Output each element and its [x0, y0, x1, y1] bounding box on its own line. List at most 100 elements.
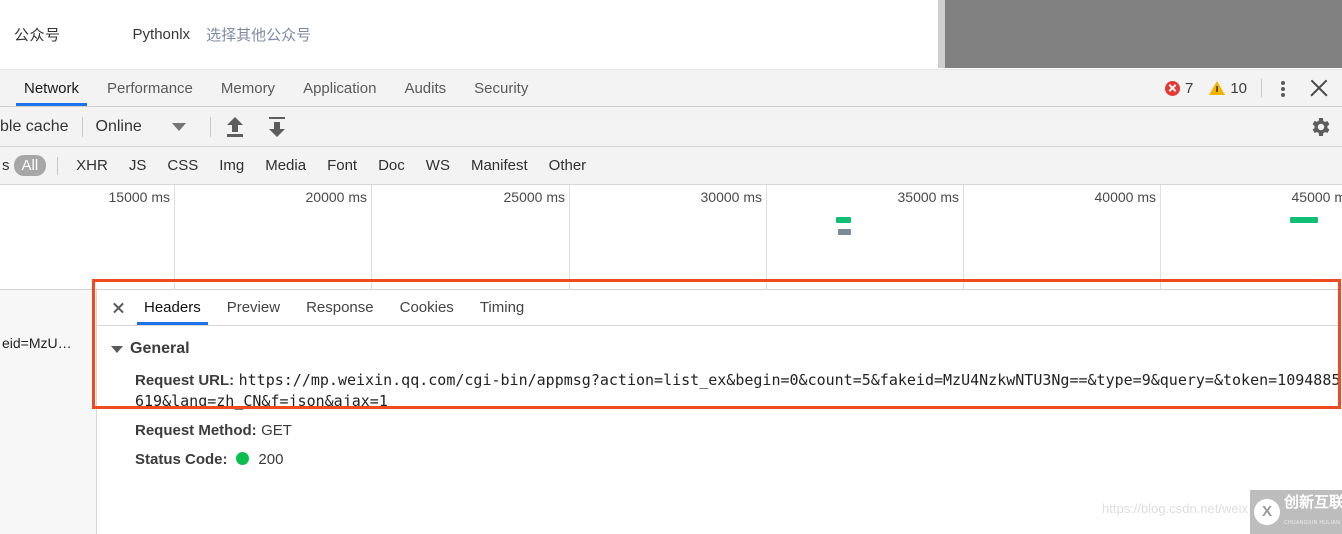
switch-account-link[interactable]: 选择其他公众号	[206, 24, 311, 45]
wechat-mp-header-inner: 公众号 Pythonlx 选择其他公众号	[0, 0, 945, 69]
request-method-value: GET	[261, 422, 292, 439]
tab-network[interactable]: Network	[10, 70, 93, 106]
request-detail-pane: eid=MzU… Headers Preview Response Cookie…	[0, 290, 1342, 534]
request-method-row: Request Method: GET	[111, 421, 1342, 441]
tab-headers-label: Headers	[144, 299, 201, 316]
error-circle-icon	[1165, 81, 1180, 96]
screenshot-root: 公众号 Pythonlx 选择其他公众号 Network Performance…	[0, 0, 1342, 534]
error-badge[interactable]: 7	[1165, 80, 1195, 97]
network-timeline-overview[interactable]: 15000 ms 20000 ms 25000 ms 30000 ms 3500…	[0, 185, 1342, 290]
warning-badge[interactable]: 10	[1195, 80, 1249, 97]
chevron-down-icon[interactable]	[172, 123, 186, 131]
disable-cache-label[interactable]: ble cache	[0, 118, 69, 136]
tab-network-label: Network	[24, 80, 79, 97]
timeline-gridline	[766, 185, 767, 289]
status-code-value: 200	[258, 451, 283, 468]
filter-other[interactable]: Other	[541, 155, 595, 176]
tab-security[interactable]: Security	[460, 70, 542, 106]
request-list-column[interactable]: eid=MzU…	[0, 290, 97, 534]
tab-preview-label: Preview	[227, 299, 280, 316]
timeline-tick-label: 35000 ms	[898, 189, 963, 205]
throttling-value[interactable]: Online	[96, 118, 142, 136]
filter-media[interactable]: Media	[257, 155, 314, 176]
tab-preview[interactable]: Preview	[214, 290, 293, 325]
close-icon[interactable]	[105, 297, 131, 319]
filter-js[interactable]: JS	[121, 155, 155, 176]
filter-ws[interactable]: WS	[418, 155, 458, 176]
status-code-key: Status Code:	[135, 451, 228, 468]
detail-main-column: Headers Preview Response Cookies Timing …	[97, 290, 1342, 534]
timeline-tick-label: 15000 ms	[109, 189, 174, 205]
filter-xhr[interactable]: XHR	[68, 155, 116, 176]
filter-all[interactable]: All	[14, 155, 47, 176]
network-filter-bar: s All XHR JS CSS Img Media Font Doc WS M…	[0, 147, 1342, 185]
tab-memory[interactable]: Memory	[207, 70, 289, 106]
waterfall-bar	[838, 229, 851, 235]
tab-application[interactable]: Application	[289, 70, 390, 106]
tab-cookies[interactable]: Cookies	[387, 290, 467, 325]
timeline-gridline	[174, 185, 175, 289]
gear-icon[interactable]	[1308, 115, 1332, 139]
timeline-gridline	[1160, 185, 1161, 289]
official-account-label: 公众号	[14, 24, 61, 45]
tab-application-label: Application	[303, 80, 376, 97]
toolbar-divider	[82, 117, 83, 137]
timeline-gridline	[371, 185, 372, 289]
timeline-tick-label: 25000 ms	[504, 189, 569, 205]
request-url-value[interactable]: https://mp.weixin.qq.com/cgi-bin/appmsg?…	[135, 371, 1340, 410]
filter-font[interactable]: Font	[319, 155, 365, 176]
waterfall-bar	[1290, 217, 1318, 223]
tab-security-label: Security	[474, 80, 528, 97]
general-section-title: General	[130, 340, 190, 358]
request-url-key: Request URL:	[135, 372, 234, 389]
tab-response-label: Response	[306, 299, 374, 316]
watermark-logo-en: CHUANGXIN HULIAN	[1284, 520, 1340, 526]
waterfall-bar	[836, 217, 851, 223]
watermark-logo-cn: 创新互联	[1284, 494, 1342, 511]
watermark-url: https://blog.csdn.net/weix	[1102, 501, 1248, 516]
filter-css[interactable]: CSS	[159, 155, 206, 176]
devtools-status-area: 7 10	[1165, 70, 1342, 106]
tab-audits[interactable]: Audits	[390, 70, 460, 106]
filter-manifest[interactable]: Manifest	[463, 155, 536, 176]
general-section: General Request URL: https://mp.weixin.q…	[97, 326, 1342, 470]
timeline-gridline	[569, 185, 570, 289]
devtools-tab-list: Network Performance Memory Application A…	[0, 70, 542, 106]
filter-divider	[57, 157, 58, 175]
filter-img[interactable]: Img	[211, 155, 252, 176]
filter-hide-data-urls-partial[interactable]: s	[0, 155, 12, 176]
toolbar-divider	[210, 117, 211, 137]
triangle-down-icon[interactable]	[111, 346, 123, 353]
request-list-item-selected[interactable]: eid=MzU…	[0, 332, 97, 354]
detail-tab-bar: Headers Preview Response Cookies Timing	[97, 290, 1342, 326]
green-status-dot-icon	[236, 452, 249, 465]
tab-performance-label: Performance	[107, 80, 193, 97]
kebab-menu-icon[interactable]	[1274, 78, 1292, 98]
general-section-header[interactable]: General	[111, 340, 1342, 358]
warning-triangle-icon	[1209, 81, 1225, 95]
timeline-tick-label: 45000 ms	[1292, 189, 1342, 205]
devtools-tabbar: Network Performance Memory Application A…	[0, 70, 1342, 107]
tab-performance[interactable]: Performance	[93, 70, 207, 106]
devtools-window: Network Performance Memory Application A…	[0, 70, 1342, 534]
tab-timing[interactable]: Timing	[467, 290, 537, 325]
timeline-gridline	[963, 185, 964, 289]
watermark-logo-icon: X	[1254, 499, 1280, 525]
tab-cookies-label: Cookies	[400, 299, 454, 316]
tab-timing-label: Timing	[480, 299, 524, 316]
watermark-logo-text: 创新互联 CHUANGXIN HULIAN	[1284, 495, 1342, 529]
timeline-tick-label: 40000 ms	[1095, 189, 1160, 205]
tab-response[interactable]: Response	[293, 290, 387, 325]
tab-headers[interactable]: Headers	[131, 290, 214, 325]
upload-arrow-icon[interactable]	[224, 116, 246, 138]
request-method-key: Request Method:	[135, 422, 257, 439]
wechat-mp-header: 公众号 Pythonlx 选择其他公众号	[0, 0, 1342, 70]
network-toolbar: ble cache Online	[0, 107, 1342, 147]
download-arrow-icon[interactable]	[266, 116, 288, 138]
request-url-row: Request URL: https://mp.weixin.qq.com/cg…	[111, 370, 1342, 412]
timeline-tick-label: 20000 ms	[306, 189, 371, 205]
filter-doc[interactable]: Doc	[370, 155, 413, 176]
official-account-name: Pythonlx	[133, 26, 191, 43]
close-icon[interactable]	[1306, 75, 1332, 101]
watermark-logo: X 创新互联 CHUANGXIN HULIAN	[1250, 490, 1342, 534]
